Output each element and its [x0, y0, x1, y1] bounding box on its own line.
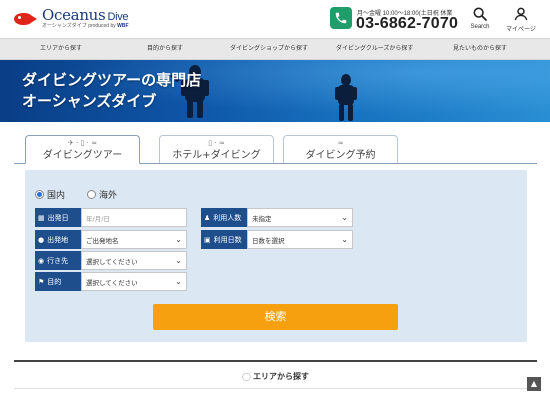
tab-diving-tour[interactable]: ✈ · ▯ · ≈ ダイビングツアー [25, 135, 140, 164]
chevron-down-icon: ⌄ [175, 256, 182, 265]
people-select[interactable]: 未指定 ⌄ [247, 208, 353, 227]
nav-item-cruise[interactable]: ダイビングクルーズから探す [336, 39, 413, 59]
region-radio-group: 国内 海外 [35, 188, 139, 201]
departure-place-select[interactable]: ご出発地名 ⌄ [81, 230, 187, 249]
logo-produced-text: produced by [88, 23, 116, 29]
phone-icon [330, 7, 352, 29]
radio-domestic-label[interactable]: 国内 [47, 188, 65, 201]
destination-value: 選択してください [86, 257, 138, 266]
tab-label: ダイビングツアー [42, 150, 123, 161]
user-icon [514, 7, 528, 21]
phone-number[interactable]: 03-6862-7070 [356, 15, 458, 33]
days-label: 利用日数 [213, 235, 242, 244]
search-label: Search [470, 24, 490, 30]
departure-date-label: 出発日 [47, 213, 69, 222]
search-submit-button[interactable]: 検索 [153, 304, 398, 330]
nav-item-purpose[interactable]: 目的から探す [147, 39, 183, 59]
departure-date-field: ▦ 出発日 年/月/日 [35, 208, 187, 227]
people-label: 利用人数 [213, 213, 242, 222]
site-header: Oceanus Dive オーシャンズダイブ produced by WBF 月～… [0, 0, 550, 38]
purpose-field: ⚑ 目的 選択してください ⌄ [35, 272, 187, 291]
nav-item-sights[interactable]: 見たいものから探す [453, 39, 507, 59]
calendar-icon: ▦ [38, 213, 45, 222]
departure-place-value: ご出発地名 [86, 236, 119, 245]
chevron-down-icon: ⌄ [175, 235, 182, 244]
destination-select[interactable]: 選択してください ⌄ [81, 251, 187, 270]
dive-icon: ≈ [337, 139, 344, 147]
departure-place-label: 出発地 [47, 235, 69, 244]
days-value: 日数を選択 [252, 236, 285, 245]
tab-hotel-diving[interactable]: ▯ · ≈ ホテル+ダイビング [159, 135, 274, 164]
purpose-select[interactable]: 選択してください ⌄ [81, 272, 187, 291]
mypage-button[interactable]: マイページ [506, 6, 536, 33]
people-value: 未指定 [252, 214, 272, 223]
flag-icon: ⚑ [38, 277, 45, 286]
back-to-top-button[interactable]: ▲ [527, 377, 541, 391]
hero-banner: ダイビングツアーの専門店 オーシャンズダイブ [0, 60, 550, 122]
fish-logo-icon [14, 11, 38, 27]
diver-silhouette-image-2 [326, 72, 366, 122]
map-pin-icon: ◉ [38, 256, 45, 265]
destination-field: ◉ 行き先 選択してください ⌄ [35, 251, 187, 270]
days-field: ▣ 利用日数 日数を選択 ⌄ [201, 230, 353, 249]
location-pin-icon: ● [38, 235, 45, 244]
days-select[interactable]: 日数を選択 ⌄ [247, 230, 353, 249]
area-section-title: エリアから探す [252, 372, 309, 381]
briefcase-icon: ▣ [204, 235, 211, 244]
banner-title-line2: オーシャンズダイブ [22, 92, 157, 110]
map-pin-icon: ◯ [242, 372, 251, 381]
people-field: ♟ 利用人数 未指定 ⌄ [201, 208, 353, 227]
tab-label: ダイビング予約 [305, 150, 376, 161]
tab-label: ホテル+ダイビング [172, 150, 261, 161]
hotel-dive-icon: ▯ · ≈ [208, 139, 225, 147]
nav-item-area[interactable]: エリアから探す [40, 39, 82, 59]
mypage-label: マイページ [506, 27, 536, 33]
area-section-header[interactable]: ◯ エリアから探す [14, 364, 537, 389]
main-nav: エリアから探す 目的から探す ダイビングショップから探す ダイビングクルーズから… [0, 38, 550, 60]
search-button[interactable]: Search [465, 6, 495, 30]
plane-hotel-dive-icon: ✈ · ▯ · ≈ [68, 139, 97, 147]
logo-dive-text: Dive [107, 11, 129, 23]
chevron-down-icon: ⌄ [175, 277, 182, 286]
nav-item-shop[interactable]: ダイビングショップから探す [230, 39, 308, 59]
logo-brand-text: WBF [117, 23, 129, 29]
banner-title-line1: ダイビングツアーの専門店 [22, 71, 202, 89]
chevron-down-icon: ⌄ [341, 213, 348, 222]
search-icon [473, 7, 487, 21]
logo-sub-text: オーシャンズダイブ [42, 23, 87, 29]
radio-overseas-label[interactable]: 海外 [99, 188, 117, 201]
departure-place-field: ● 出発地 ご出発地名 ⌄ [35, 230, 187, 249]
tab-diving-reservation[interactable]: ≈ ダイビング予約 [283, 135, 398, 164]
destination-label: 行き先 [47, 256, 69, 265]
chevron-down-icon: ⌄ [341, 235, 348, 244]
radio-overseas[interactable] [87, 190, 97, 199]
purpose-value: 選択してください [86, 278, 138, 287]
purpose-label: 目的 [47, 277, 62, 286]
logo-main-text: Oceanus [42, 6, 106, 24]
departure-date-input[interactable]: 年/月/日 [81, 208, 187, 227]
section-divider [14, 360, 537, 362]
site-logo[interactable]: Oceanus Dive オーシャンズダイブ produced by WBF [14, 8, 129, 29]
person-icon: ♟ [204, 213, 211, 222]
radio-domestic[interactable] [35, 190, 44, 199]
